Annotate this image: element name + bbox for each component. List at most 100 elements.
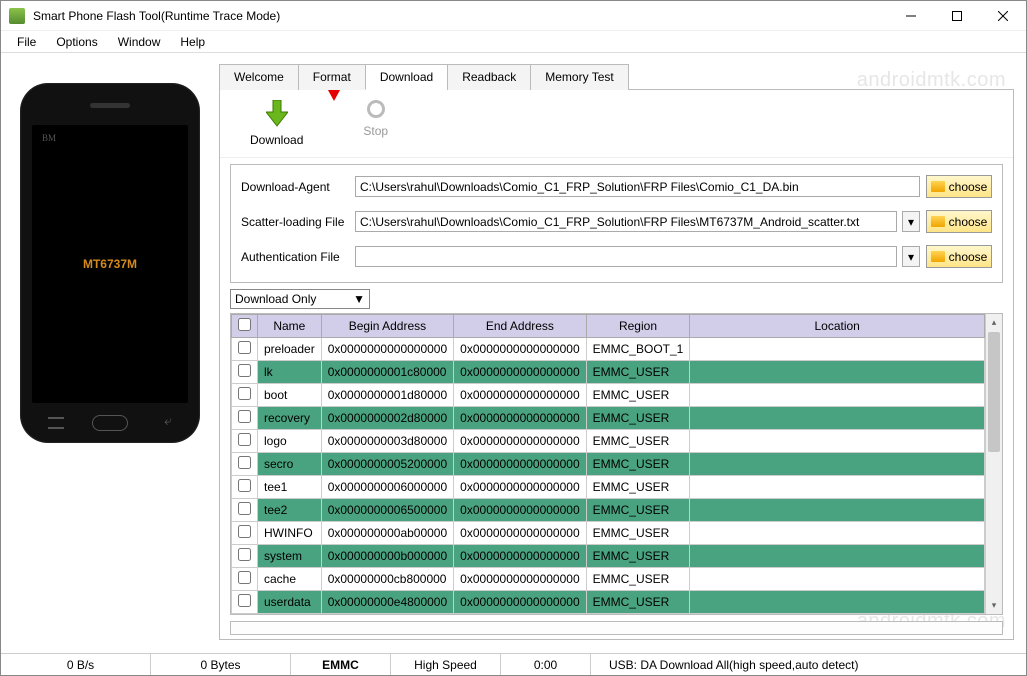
scatter-dropdown-button[interactable]: ▾ xyxy=(902,211,920,232)
table-row[interactable]: lk0x0000000001c800000x0000000000000000EM… xyxy=(232,361,985,384)
tab-memory-test[interactable]: Memory Test xyxy=(530,64,628,90)
download-button[interactable]: Download xyxy=(250,100,303,147)
phone-brand-label: BM xyxy=(42,133,56,143)
cell-end: 0x0000000000000000 xyxy=(454,591,586,614)
download-agent-field[interactable] xyxy=(355,176,920,197)
stop-button[interactable]: Stop xyxy=(363,100,388,147)
scatter-file-field[interactable] xyxy=(355,211,897,232)
table-row[interactable]: tee20x00000000065000000x0000000000000000… xyxy=(232,499,985,522)
row-checkbox[interactable] xyxy=(238,479,251,492)
auth-dropdown-button[interactable]: ▾ xyxy=(902,246,920,267)
row-checkbox-cell xyxy=(232,476,258,499)
scatter-choose-button[interactable]: choose xyxy=(926,210,992,233)
table-scrollbar[interactable]: ▴ ▾ xyxy=(985,314,1002,614)
row-checkbox[interactable] xyxy=(238,456,251,469)
menu-options[interactable]: Options xyxy=(46,33,107,51)
row-checkbox-cell xyxy=(232,453,258,476)
row-checkbox[interactable] xyxy=(238,410,251,423)
row-checkbox[interactable] xyxy=(238,387,251,400)
sidebar: BM MT6737M ⤶ xyxy=(1,53,219,653)
cell-region: EMMC_USER xyxy=(586,384,690,407)
cell-location xyxy=(690,568,985,591)
row-checkbox[interactable] xyxy=(238,502,251,515)
minimize-button[interactable] xyxy=(888,1,934,31)
row-checkbox[interactable] xyxy=(238,433,251,446)
row-checkbox[interactable] xyxy=(238,548,251,561)
cell-region: EMMC_USER xyxy=(586,568,690,591)
chevron-down-icon: ▾ xyxy=(908,215,914,229)
scroll-up-icon[interactable]: ▴ xyxy=(986,314,1002,331)
auth-choose-button[interactable]: choose xyxy=(926,245,992,268)
row-checkbox-cell xyxy=(232,522,258,545)
cell-region: EMMC_USER xyxy=(586,430,690,453)
row-checkbox[interactable] xyxy=(238,594,251,607)
scroll-thumb[interactable] xyxy=(988,332,1000,452)
table-row[interactable]: boot0x0000000001d800000x0000000000000000… xyxy=(232,384,985,407)
app-icon xyxy=(9,8,25,24)
row-checkbox[interactable] xyxy=(238,364,251,377)
menu-help[interactable]: Help xyxy=(170,33,215,51)
scatter-file-row: Scatter-loading File ▾ choose xyxy=(241,210,992,233)
cell-name: secro xyxy=(258,453,322,476)
cell-region: EMMC_USER xyxy=(586,361,690,384)
table-row[interactable]: system0x000000000b0000000x00000000000000… xyxy=(232,545,985,568)
cell-begin: 0x0000000005200000 xyxy=(321,453,453,476)
close-icon xyxy=(998,11,1008,21)
cell-name: recovery xyxy=(258,407,322,430)
header-begin[interactable]: Begin Address xyxy=(321,315,453,338)
select-all-checkbox[interactable] xyxy=(238,318,251,331)
cell-name: cache xyxy=(258,568,322,591)
chevron-down-icon: ▼ xyxy=(353,292,365,306)
cell-end: 0x0000000000000000 xyxy=(454,545,586,568)
table-row[interactable]: recovery0x0000000002d800000x000000000000… xyxy=(232,407,985,430)
header-location[interactable]: Location xyxy=(690,315,985,338)
phone-menu-icon xyxy=(48,417,64,429)
cell-name: system xyxy=(258,545,322,568)
choose-label: choose xyxy=(949,215,988,229)
status-time: 0:00 xyxy=(501,654,591,675)
tab-welcome[interactable]: Welcome xyxy=(219,64,299,90)
row-checkbox-cell xyxy=(232,568,258,591)
menu-window[interactable]: Window xyxy=(108,33,171,51)
cell-region: EMMC_USER xyxy=(586,499,690,522)
maximize-button[interactable] xyxy=(934,1,980,31)
cell-name: tee1 xyxy=(258,476,322,499)
menu-bar: File Options Window Help xyxy=(1,31,1026,53)
folder-icon xyxy=(931,181,945,192)
status-bar: 0 B/s 0 Bytes EMMC High Speed 0:00 USB: … xyxy=(1,653,1026,675)
tab-readback[interactable]: Readback xyxy=(447,64,531,90)
cell-end: 0x0000000000000000 xyxy=(454,453,586,476)
auth-file-field[interactable] xyxy=(355,246,897,267)
cell-location xyxy=(690,338,985,361)
table-row[interactable]: cache0x00000000cb8000000x000000000000000… xyxy=(232,568,985,591)
table-row[interactable]: tee10x00000000060000000x0000000000000000… xyxy=(232,476,985,499)
auth-file-label: Authentication File xyxy=(241,250,349,264)
download-button-label: Download xyxy=(250,133,303,147)
cell-name: lk xyxy=(258,361,322,384)
cell-name: logo xyxy=(258,430,322,453)
cell-location xyxy=(690,430,985,453)
header-end[interactable]: End Address xyxy=(454,315,586,338)
header-region[interactable]: Region xyxy=(586,315,690,338)
download-mode-select[interactable]: Download Only ▼ xyxy=(230,289,370,309)
download-agent-choose-button[interactable]: choose xyxy=(926,175,992,198)
table-row[interactable]: preloader0x00000000000000000x00000000000… xyxy=(232,338,985,361)
cell-begin: 0x0000000006500000 xyxy=(321,499,453,522)
table-row[interactable]: secro0x00000000052000000x000000000000000… xyxy=(232,453,985,476)
row-checkbox[interactable] xyxy=(238,525,251,538)
scroll-down-icon[interactable]: ▾ xyxy=(986,597,1002,614)
header-name[interactable]: Name xyxy=(258,315,322,338)
row-checkbox[interactable] xyxy=(238,341,251,354)
tab-download[interactable]: Download xyxy=(365,64,448,90)
table-row[interactable]: userdata0x00000000e48000000x000000000000… xyxy=(232,591,985,614)
table-row[interactable]: HWINFO0x000000000ab000000x00000000000000… xyxy=(232,522,985,545)
row-checkbox[interactable] xyxy=(238,571,251,584)
menu-file[interactable]: File xyxy=(7,33,46,51)
download-mode-row: Download Only ▼ xyxy=(230,289,1003,309)
tab-format[interactable]: Format xyxy=(298,64,366,90)
close-button[interactable] xyxy=(980,1,1026,31)
table-row[interactable]: logo0x0000000003d800000x0000000000000000… xyxy=(232,430,985,453)
window-title: Smart Phone Flash Tool(Runtime Trace Mod… xyxy=(33,9,888,23)
cell-region: EMMC_USER xyxy=(586,591,690,614)
cell-begin: 0x00000000cb800000 xyxy=(321,568,453,591)
